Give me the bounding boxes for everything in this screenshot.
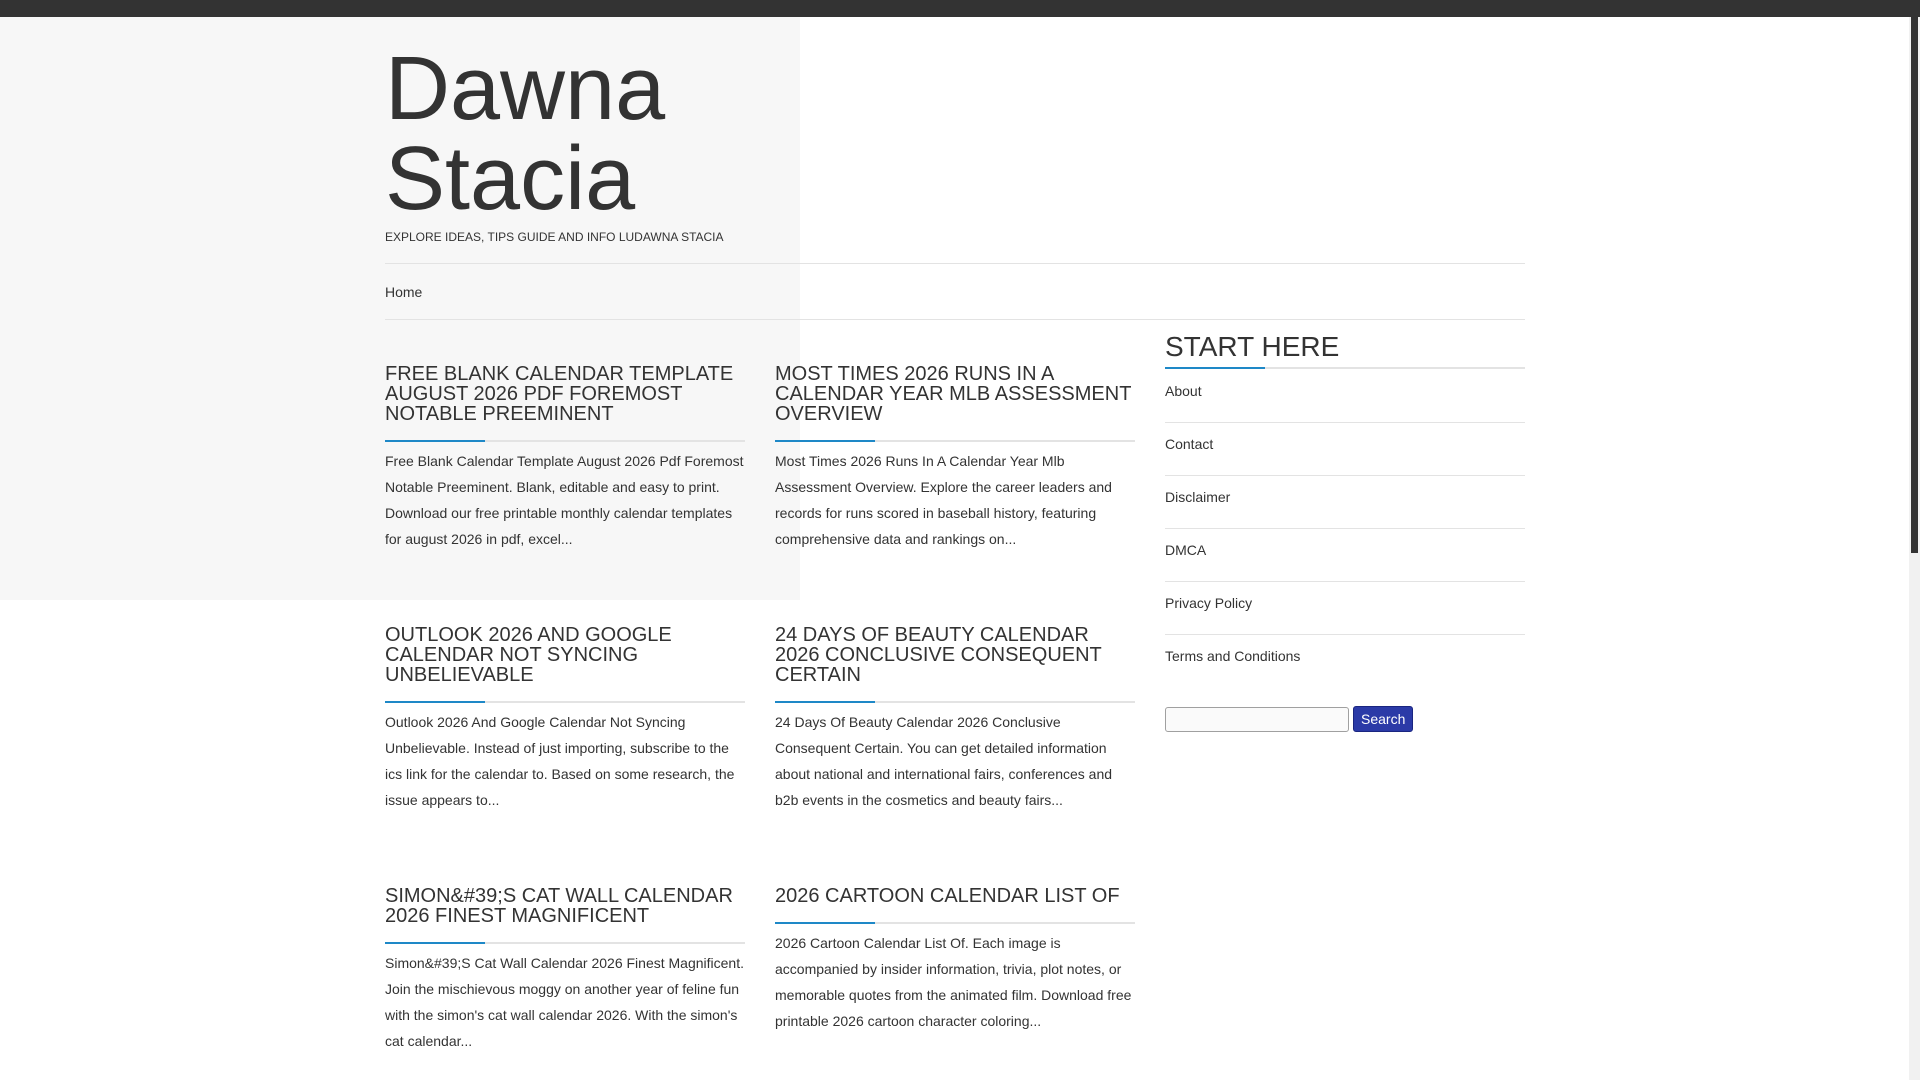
search-form: Search <box>1165 706 1525 732</box>
sidebar-heading: START HERE <box>1165 331 1525 369</box>
post-card: 2026 CARTOON CALENDAR LIST OF 2026 Carto… <box>775 886 1135 1034</box>
post-card: SIMON&#39;S CAT WALL CALENDAR 2026 FINES… <box>385 886 745 1054</box>
post-title[interactable]: FREE BLANK CALENDAR TEMPLATE AUGUST 2026… <box>385 364 745 442</box>
sidebar-link[interactable]: Privacy Policy <box>1165 595 1252 611</box>
post-card: 24 DAYS OF BEAUTY CALENDAR 2026 CONCLUSI… <box>775 625 1135 813</box>
post-excerpt: Simon&#39;S Cat Wall Calendar 2026 Fines… <box>385 955 744 1049</box>
post-excerpt: 24 Days Of Beauty Calendar 2026 Conclusi… <box>775 714 1113 808</box>
sidebar-item-dmca: DMCA <box>1165 541 1525 582</box>
scrollbar-thumb[interactable] <box>1911 17 1918 553</box>
post-card: FREE BLANK CALENDAR TEMPLATE AUGUST 2026… <box>385 364 745 552</box>
sidebar: START HERE About Contact Disclaimer DMCA… <box>1165 331 1525 732</box>
site-title-line2[interactable]: Stacia <box>385 134 805 224</box>
post-excerpt: 2026 Cartoon Calendar List Of. Each imag… <box>775 935 1132 1029</box>
search-input[interactable] <box>1165 706 1349 732</box>
post-excerpt: Free Blank Calendar Template August 2026… <box>385 453 744 547</box>
sidebar-item-about: About <box>1165 382 1525 423</box>
post-card: OUTLOOK 2026 AND GOOGLE CALENDAR NOT SYN… <box>385 625 745 813</box>
sidebar-link[interactable]: Disclaimer <box>1165 489 1230 505</box>
sidebar-item-disclaimer: Disclaimer <box>1165 488 1525 529</box>
sidebar-link[interactable]: DMCA <box>1165 542 1206 558</box>
post-excerpt: Most Times 2026 Runs In A Calendar Year … <box>775 453 1112 547</box>
site-title[interactable]: Dawna Stacia <box>385 44 805 224</box>
search-button[interactable]: Search <box>1353 706 1414 732</box>
site-title-line1[interactable]: Dawna <box>385 44 805 134</box>
post-title[interactable]: 24 DAYS OF BEAUTY CALENDAR 2026 CONCLUSI… <box>775 625 1135 703</box>
nav-home-link[interactable]: Home <box>385 284 422 300</box>
top-bar <box>0 0 1920 17</box>
sidebar-item-contact: Contact <box>1165 435 1525 476</box>
post-card: MOST TIMES 2026 RUNS IN A CALENDAR YEAR … <box>775 364 1135 552</box>
post-excerpt: Outlook 2026 And Google Calendar Not Syn… <box>385 714 735 808</box>
post-title[interactable]: OUTLOOK 2026 AND GOOGLE CALENDAR NOT SYN… <box>385 625 745 703</box>
scrollbar[interactable] <box>1909 17 1920 1080</box>
post-title[interactable]: MOST TIMES 2026 RUNS IN A CALENDAR YEAR … <box>775 364 1135 442</box>
page-wrapper: Dawna Stacia EXPLORE IDEAS, TIPS GUIDE A… <box>385 17 1525 1049</box>
sidebar-link[interactable]: About <box>1165 383 1202 399</box>
sidebar-link[interactable]: Contact <box>1165 436 1213 452</box>
post-title[interactable]: 2026 CARTOON CALENDAR LIST OF <box>775 886 1135 924</box>
sidebar-link-list: About Contact Disclaimer DMCA Privacy Po… <box>1165 382 1525 688</box>
site-tagline: EXPLORE IDEAS, TIPS GUIDE AND INFO LUDAW… <box>385 230 724 244</box>
post-title[interactable]: SIMON&#39;S CAT WALL CALENDAR 2026 FINES… <box>385 886 745 944</box>
sidebar-item-privacy: Privacy Policy <box>1165 594 1525 635</box>
sidebar-link[interactable]: Terms and Conditions <box>1165 648 1300 664</box>
main-nav: Home <box>385 263 1525 320</box>
sidebar-item-terms: Terms and Conditions <box>1165 647 1525 688</box>
